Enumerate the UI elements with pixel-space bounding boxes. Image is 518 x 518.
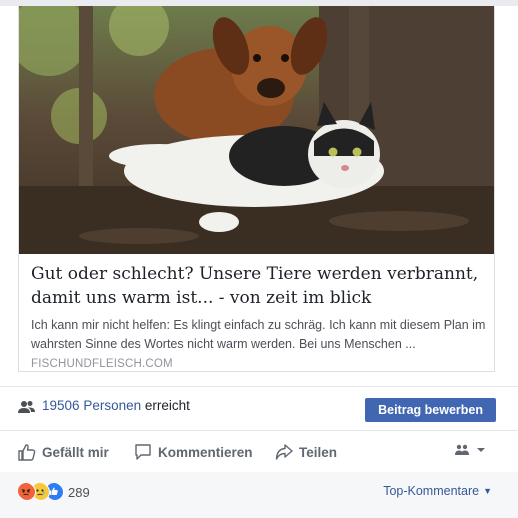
link-preview-image[interactable] xyxy=(19,6,494,254)
reach-suffix: erreicht xyxy=(144,398,190,413)
reach-count[interactable]: 19506 xyxy=(42,398,80,413)
reach-people-label[interactable]: Personen xyxy=(83,398,141,413)
like-label: Gefällt mir xyxy=(42,444,109,460)
reaction-count[interactable]: 289 xyxy=(68,485,90,500)
chevron-down-icon xyxy=(477,448,485,452)
action-bar: Gefällt mir Kommentieren Teilen xyxy=(18,438,496,466)
share-arrow-icon xyxy=(275,444,293,460)
link-description: Ich kann mir nicht helfen: Es klingt ein… xyxy=(31,318,486,351)
like-button[interactable]: Gefällt mir xyxy=(18,440,109,464)
comment-button[interactable]: Kommentieren xyxy=(134,440,253,464)
comment-bubble-icon xyxy=(135,444,151,460)
share-label: Teilen xyxy=(299,444,338,460)
boost-post-button[interactable]: Beitrag bewerben xyxy=(365,398,496,422)
reach-summary: 19506 Personen erreicht xyxy=(42,398,190,413)
audience-selector[interactable] xyxy=(454,444,486,456)
friends-icon xyxy=(455,444,469,455)
reach-row: 19506 Personen erreicht Beitrag bewerben xyxy=(18,396,496,422)
share-button[interactable]: Teilen xyxy=(275,440,337,464)
caret-down-icon: ▼ xyxy=(483,486,492,496)
divider xyxy=(0,430,518,431)
comment-sort-label: Top-Kommentare xyxy=(383,484,480,498)
dog-and-cat-photo xyxy=(19,6,494,254)
thumbs-up-icon xyxy=(18,444,36,461)
link-domain: FISCHUNDFLEISCH.COM xyxy=(31,358,173,370)
link-preview-card[interactable]: Gut oder schlecht? Unsere Tiere werden v… xyxy=(18,6,495,372)
comment-label: Kommentieren xyxy=(158,444,253,460)
reactions-footer: 289 Top-Kommentare ▼ xyxy=(0,472,518,518)
reaction-summary[interactable]: 289 xyxy=(17,482,90,502)
link-title[interactable]: Gut oder schlecht? Unsere Tiere werden v… xyxy=(31,262,486,310)
comment-sort-dropdown[interactable]: Top-Kommentare ▼ xyxy=(383,484,492,498)
divider xyxy=(0,386,518,387)
link-preview-text[interactable]: Gut oder schlecht? Unsere Tiere werden v… xyxy=(31,262,486,370)
people-icon xyxy=(18,401,35,413)
angry-icon xyxy=(17,482,36,501)
